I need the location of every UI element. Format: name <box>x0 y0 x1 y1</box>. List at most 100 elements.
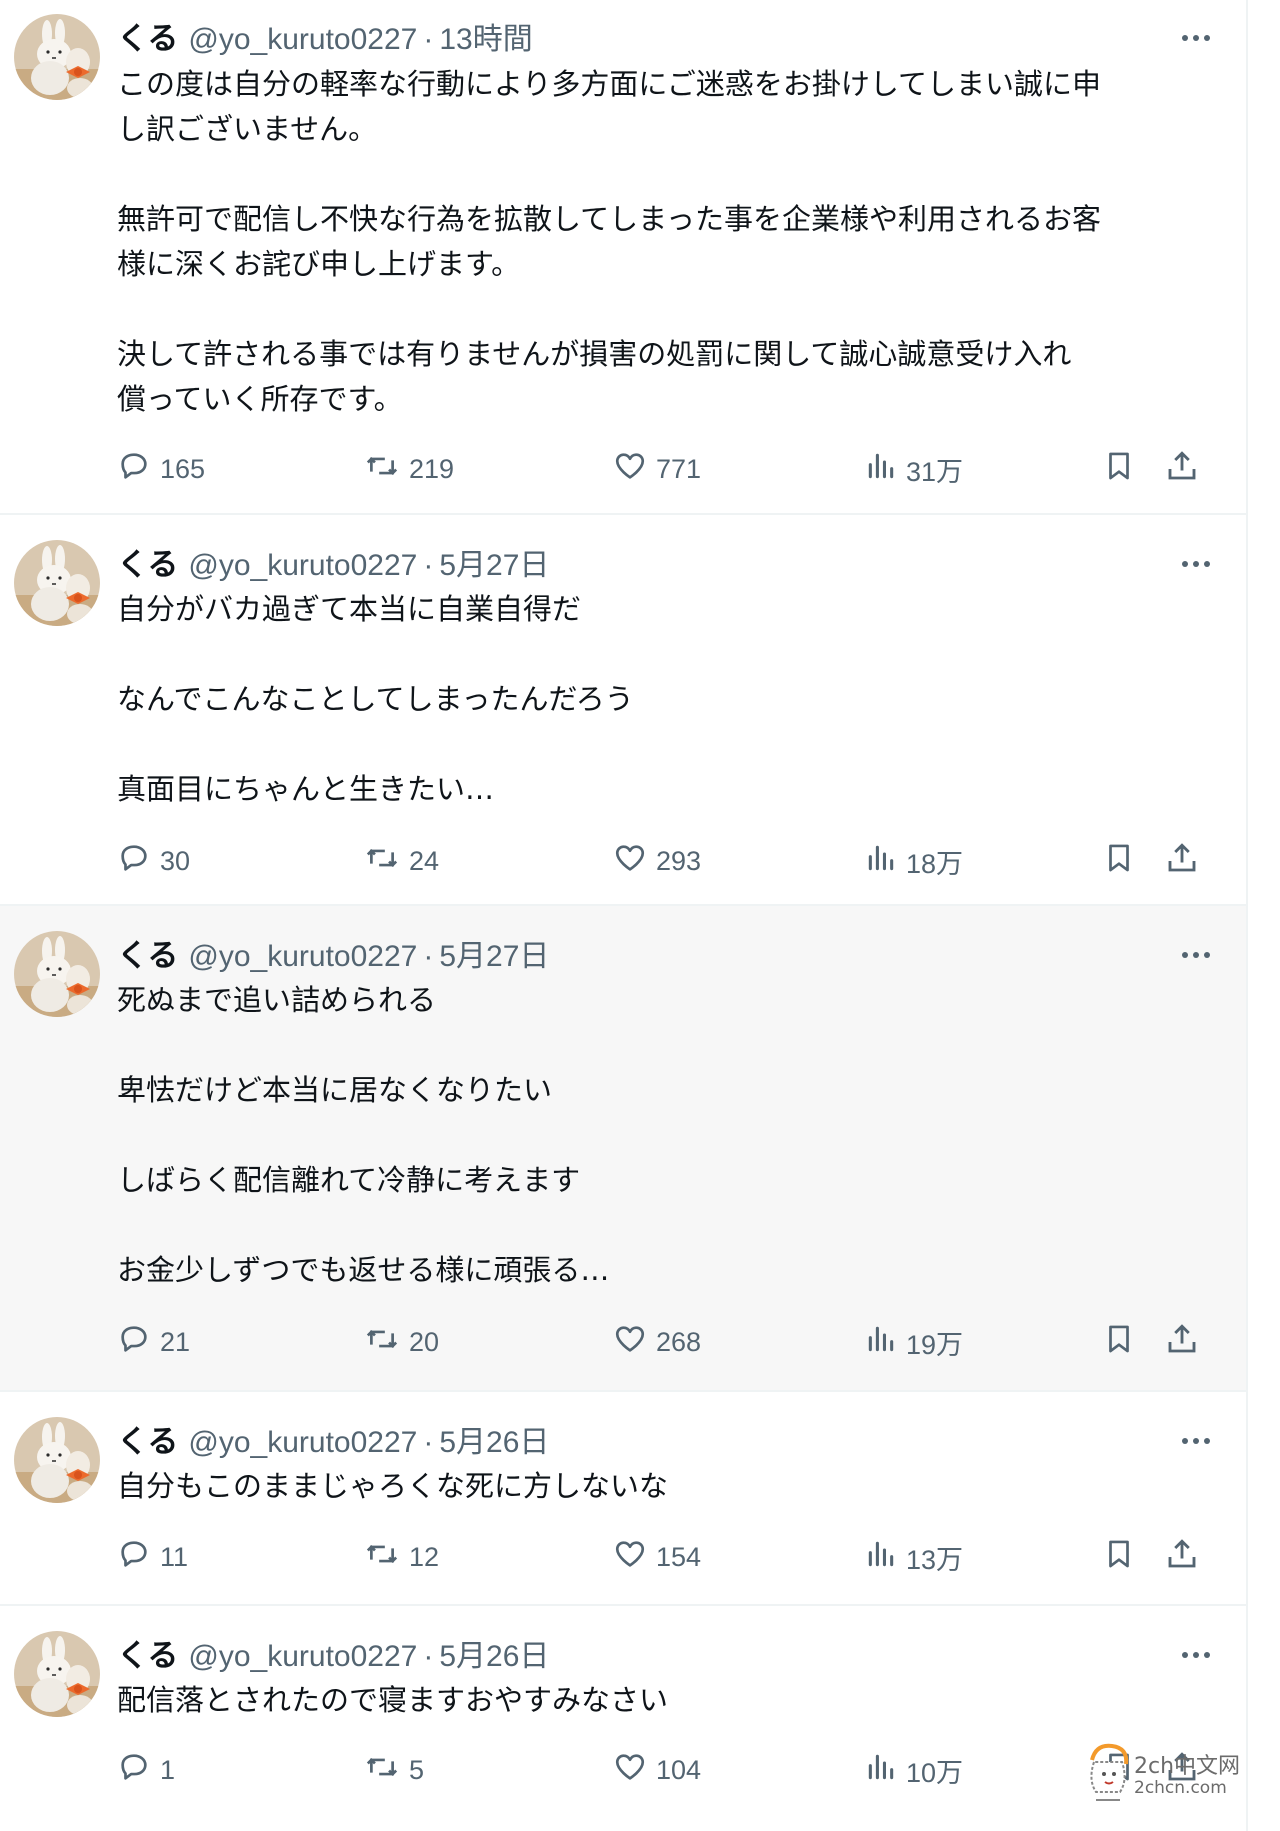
avatar[interactable] <box>14 1631 100 1717</box>
handle[interactable]: @yo_kuruto0227 <box>188 1426 417 1459</box>
handle[interactable]: @yo_kuruto0227 <box>188 1640 417 1673</box>
reply-icon <box>117 1322 160 1363</box>
avatar[interactable] <box>14 14 100 100</box>
tweet-text: この度は自分の軽率な行動により多方面にご迷惑をお掛けしてしまい誠に申 し訳ござい… <box>117 67 1101 416</box>
share-button[interactable] <box>1164 1320 1209 1364</box>
bookmark-button[interactable] <box>1102 1320 1145 1364</box>
handle[interactable]: @yo_kuruto0227 <box>188 23 417 56</box>
avatar[interactable] <box>14 1417 100 1503</box>
more-icon[interactable] <box>1176 18 1216 58</box>
bookmark-icon <box>1102 840 1145 883</box>
timestamp[interactable]: 5月27日 <box>439 549 549 582</box>
reply-button[interactable]: 21 <box>117 1320 190 1364</box>
display-name[interactable]: くる <box>117 1424 178 1460</box>
retweet-button[interactable]: 219 <box>364 447 454 491</box>
share-button[interactable] <box>1164 447 1209 491</box>
more-icon[interactable] <box>1176 935 1216 975</box>
watermark-mascot-icon <box>1090 1743 1129 1801</box>
views-button[interactable]: 19万 <box>865 1320 963 1364</box>
tweet-text: 死ぬまで追い詰められる 卑怯だけど本当に居なくなりたい しばらく配信離れて冷静に… <box>117 983 610 1287</box>
heart-icon <box>613 841 656 882</box>
timestamp[interactable]: 5月27日 <box>439 940 549 973</box>
views-button[interactable]: 10万 <box>865 1748 963 1792</box>
retweet-count: 5 <box>409 1754 425 1785</box>
bookmark-icon <box>1102 1536 1145 1579</box>
tweet-header: くる @yo_kuruto0227 · 5月26日 <box>117 1636 549 1676</box>
heart-icon <box>613 1537 656 1578</box>
tweet-header: くる @yo_kuruto0227 · 5月27日 <box>117 545 549 585</box>
reply-button[interactable]: 165 <box>117 447 205 491</box>
action-bar: 21 20 268 19万 <box>117 1320 1213 1364</box>
separator: · <box>423 1426 434 1459</box>
display-name[interactable]: くる <box>117 547 178 583</box>
tweet-text: 自分がバカ過ぎて本当に自業自得だ なんでこんなことしてしまったんだろう 真面目に… <box>117 592 634 806</box>
like-count: 268 <box>656 1326 702 1357</box>
tweet[interactable]: くる @yo_kuruto0227 · 5月26日 配信落とされたので寝ますおやすみな… <box>0 1606 1246 1831</box>
handle[interactable]: @yo_kuruto0227 <box>188 940 417 973</box>
views-button[interactable]: 31万 <box>865 447 963 491</box>
separator: · <box>423 940 434 973</box>
action-bar: 165 219 771 31万 <box>117 447 1213 491</box>
bookmark-icon <box>1102 1321 1145 1364</box>
display-name[interactable]: くる <box>117 938 178 974</box>
view-count: 13万 <box>906 1544 964 1575</box>
like-button[interactable]: 104 <box>613 1748 701 1792</box>
bookmark-button[interactable] <box>1102 839 1145 883</box>
reply-button[interactable]: 1 <box>117 1748 175 1792</box>
separator: · <box>423 1640 434 1673</box>
like-button[interactable]: 293 <box>613 839 701 883</box>
retweet-icon <box>364 1750 409 1791</box>
separator: · <box>423 549 434 582</box>
retweet-button[interactable]: 20 <box>364 1320 439 1364</box>
reply-count: 21 <box>160 1326 191 1357</box>
display-name[interactable]: くる <box>117 21 178 57</box>
like-count: 104 <box>656 1754 702 1785</box>
tweet-text: 自分もこのままじゃろくな死に方しないな <box>117 1469 669 1503</box>
timestamp[interactable]: 5月26日 <box>439 1426 549 1459</box>
tweet[interactable]: くる @yo_kuruto0227 · 5月26日 自分もこのままじゃろくな死に方しな… <box>0 1392 1246 1606</box>
reply-button[interactable]: 30 <box>117 839 190 883</box>
heart-icon <box>613 1322 656 1363</box>
handle[interactable]: @yo_kuruto0227 <box>188 549 417 582</box>
like-count: 154 <box>656 1541 702 1572</box>
more-icon[interactable] <box>1176 544 1216 584</box>
view-count: 18万 <box>906 848 964 879</box>
more-icon[interactable] <box>1176 1635 1216 1675</box>
like-count: 771 <box>656 453 702 484</box>
action-bar: 11 12 154 13万 <box>117 1535 1213 1579</box>
views-button[interactable]: 13万 <box>865 1535 963 1579</box>
retweet-button[interactable]: 5 <box>364 1748 424 1792</box>
like-button[interactable]: 268 <box>613 1320 701 1364</box>
retweet-button[interactable]: 24 <box>364 839 439 883</box>
separator: · <box>423 23 434 56</box>
retweet-count: 20 <box>409 1326 440 1357</box>
share-button[interactable] <box>1164 839 1209 883</box>
retweet-icon <box>364 1537 409 1578</box>
bookmark-icon <box>1102 448 1145 491</box>
tweet[interactable]: くる @yo_kuruto0227 · 5月27日 自分がバカ過ぎて本当に自業自得だ … <box>0 515 1246 906</box>
retweet-icon <box>364 841 409 882</box>
share-icon <box>1164 1321 1209 1364</box>
site-watermark: 2ch中文网 2chcn.com <box>1082 1740 1242 1810</box>
tweet[interactable]: くる @yo_kuruto0227 · 5月27日 死ぬまで追い詰められる 卑怯だけど… <box>0 906 1246 1392</box>
timestamp[interactable]: 13時間 <box>439 23 532 56</box>
reply-count: 11 <box>160 1541 189 1572</box>
reply-button[interactable]: 11 <box>117 1535 188 1579</box>
timestamp[interactable]: 5月26日 <box>439 1640 549 1673</box>
like-button[interactable]: 154 <box>613 1535 701 1579</box>
retweet-icon <box>364 449 409 490</box>
display-name[interactable]: くる <box>117 1638 178 1674</box>
reply-count: 1 <box>160 1754 176 1785</box>
views-button[interactable]: 18万 <box>865 839 963 883</box>
action-bar: 1 5 104 10万 <box>117 1748 1213 1792</box>
bookmark-button[interactable] <box>1102 447 1145 491</box>
avatar[interactable] <box>14 931 100 1017</box>
bookmark-button[interactable] <box>1102 1535 1145 1579</box>
more-icon[interactable] <box>1176 1421 1216 1461</box>
retweet-button[interactable]: 12 <box>364 1535 439 1579</box>
views-icon <box>865 1538 906 1577</box>
tweet[interactable]: くる @yo_kuruto0227 · 13時間 この度は自分の軽率な行動により多方面… <box>0 0 1246 515</box>
like-button[interactable]: 771 <box>613 447 701 491</box>
avatar[interactable] <box>14 540 100 626</box>
share-button[interactable] <box>1164 1535 1209 1579</box>
